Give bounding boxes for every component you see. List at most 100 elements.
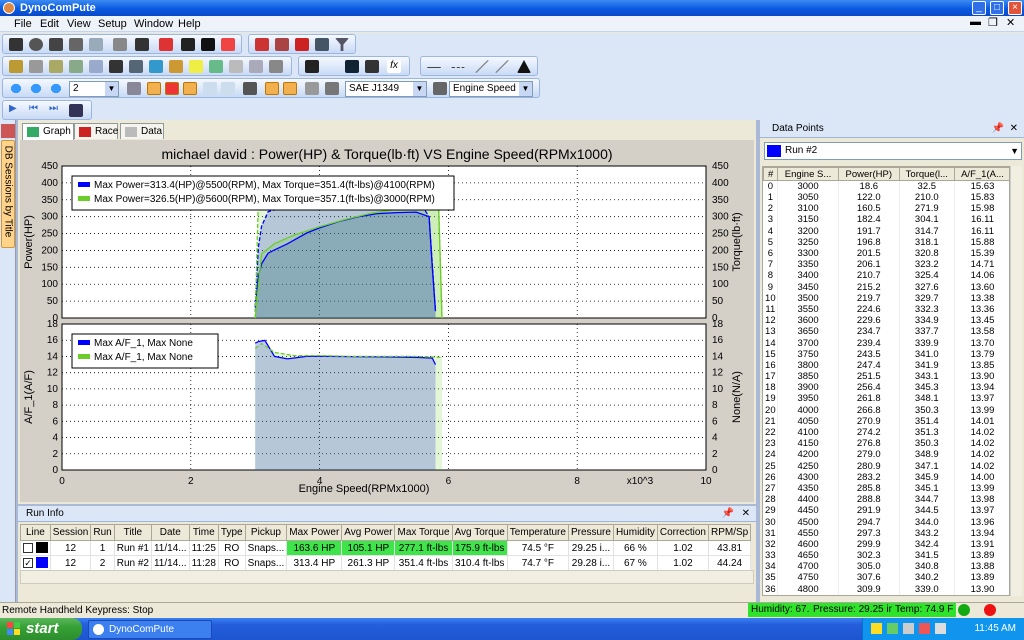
run-info-col-header[interactable]: RPM/Sp: [707, 524, 752, 541]
close-button[interactable]: ×: [1008, 1, 1022, 15]
step-icon[interactable]: [345, 60, 359, 73]
run-select[interactable]: Run #2 ▼: [764, 142, 1022, 160]
marker-icon[interactable]: [169, 60, 183, 73]
mdi-close-icon[interactable]: ✕: [1006, 16, 1015, 29]
data-point-row[interactable]: 13 3650 234.7 337.7 13.58: [763, 326, 1009, 338]
minimize-button[interactable]: _: [972, 1, 986, 15]
zoom-in-icon[interactable]: [9, 82, 23, 95]
run-info-col-header[interactable]: Time: [188, 524, 219, 541]
data-points-col-header[interactable]: Engine S...: [777, 167, 839, 181]
data-point-row[interactable]: 26 4300 283.2 345.9 14.00: [763, 471, 1009, 483]
zoom-level-select[interactable]: 2 ▼: [69, 81, 119, 97]
correction-standard-select[interactable]: SAE J1349 ▼: [345, 81, 427, 97]
bulb-icon[interactable]: [189, 60, 203, 73]
data-point-row[interactable]: 12 3600 229.6 334.9 13.45: [763, 315, 1009, 327]
run-info-col-header[interactable]: Title: [113, 524, 152, 541]
record-icon[interactable]: [29, 38, 43, 51]
dash-icon[interactable]: [451, 67, 465, 69]
split-icon[interactable]: [283, 82, 297, 95]
data-point-row[interactable]: 18 3900 256.4 345.3 13.94: [763, 382, 1009, 394]
run-info-col-header[interactable]: Pressure: [567, 524, 614, 541]
dyno-chart[interactable]: michael david : Power(HP) & Torque(lb·ft…: [20, 140, 754, 502]
data-point-row[interactable]: 4 3200 191.7 314.7 16.11: [763, 225, 1009, 237]
crosshair-icon[interactable]: [127, 82, 141, 95]
grid-toggle-icon[interactable]: [147, 82, 161, 95]
run-info-row[interactable]: 12 1 Run #1 11/14... 11:25 RO Snaps... 163.6 HP…: [20, 540, 752, 556]
menu-help[interactable]: Help: [178, 18, 201, 30]
data-point-row[interactable]: 15 3750 243.5 341.0 13.79: [763, 348, 1009, 360]
run-color-swatch[interactable]: [35, 542, 48, 554]
data-point-row[interactable]: 36 4800 309.9 339.0 13.90: [763, 583, 1009, 595]
run-color-swatch[interactable]: [35, 557, 48, 569]
run-info-col-header[interactable]: Run: [90, 524, 115, 541]
open-icon[interactable]: [69, 38, 83, 51]
gear-icon[interactable]: [325, 82, 339, 95]
data-point-row[interactable]: 8 3400 210.7 325.4 14.06: [763, 270, 1009, 282]
data-point-row[interactable]: 32 4600 299.9 342.4 13.91: [763, 538, 1009, 550]
run-info-col-header[interactable]: Session: [49, 524, 92, 541]
tool-user-icon[interactable]: [315, 38, 329, 51]
mdi-restore-icon[interactable]: ❐: [988, 16, 998, 29]
tray-volume-icon[interactable]: [935, 623, 946, 634]
data-point-row[interactable]: 6 3300 201.5 320.8 15.39: [763, 247, 1009, 260]
run-info-col-header[interactable]: Max Torque: [394, 524, 453, 541]
tool-book-icon[interactable]: [275, 38, 289, 51]
matrix-icon[interactable]: [109, 60, 123, 73]
table-icon[interactable]: [89, 60, 103, 73]
data-point-row[interactable]: 28 4400 288.8 344.7 13.98: [763, 494, 1009, 506]
pointer-icon[interactable]: [203, 82, 217, 95]
zoom-out-icon[interactable]: [29, 82, 43, 95]
tray-icon-4[interactable]: [919, 623, 930, 634]
data-point-row[interactable]: 16 3800 247.4 341.9 13.85: [763, 359, 1009, 371]
run-info-col-header[interactable]: Date: [150, 524, 190, 541]
menu-window[interactable]: Window: [134, 18, 173, 30]
data-point-row[interactable]: 17 3850 251.5 343.1 13.90: [763, 371, 1009, 383]
tab-race[interactable]: Race: [74, 123, 118, 139]
run-info-col-header[interactable]: Line: [20, 524, 51, 541]
data-point-row[interactable]: 34 4700 305.0 340.8 13.88: [763, 561, 1009, 573]
run-info-hscrollbar[interactable]: [20, 570, 754, 584]
axis-icon[interactable]: [433, 82, 447, 95]
maximize-button[interactable]: □: [990, 1, 1004, 15]
overlay-icon[interactable]: [265, 82, 279, 95]
run-info-col-header[interactable]: Pickup: [244, 524, 288, 541]
data-points-vscrollbar[interactable]: [1010, 166, 1022, 596]
run-visible-checkbox[interactable]: ✓: [23, 557, 33, 568]
play-icon[interactable]: ▶: [9, 103, 23, 116]
data-point-row[interactable]: 29 4450 291.9 344.5 13.97: [763, 505, 1009, 517]
skip-back-icon[interactable]: ⏮: [29, 103, 43, 116]
card-icon[interactable]: [181, 38, 195, 51]
data-point-row[interactable]: 14 3700 239.4 339.9 13.70: [763, 337, 1009, 349]
wave-icon[interactable]: [305, 60, 319, 73]
peak-icon[interactable]: [517, 60, 531, 73]
save-icon[interactable]: [49, 38, 63, 51]
data-point-row[interactable]: 23 4150 276.8 350.3 14.02: [763, 438, 1009, 450]
x-axis-select[interactable]: Engine Speed ▼: [449, 81, 533, 97]
run-info-col-header[interactable]: Type: [217, 524, 246, 541]
db-sessions-icon[interactable]: [1, 124, 15, 138]
data-point-row[interactable]: 30 4500 294.7 344.0 13.96: [763, 516, 1009, 528]
data-points-col-header[interactable]: #: [763, 167, 779, 181]
run-visible-checkbox[interactable]: [23, 542, 33, 553]
flag-icon[interactable]: [209, 60, 223, 73]
legend-toggle-icon[interactable]: [183, 82, 197, 95]
data-point-row[interactable]: 9 3450 215.2 327.6 13.60: [763, 281, 1009, 293]
export-icon[interactable]: [89, 38, 103, 51]
color-toggle-icon[interactable]: [165, 82, 179, 95]
tab-data[interactable]: Data: [120, 123, 164, 139]
data-point-row[interactable]: 3 3150 182.4 304.1 16.11: [763, 214, 1009, 226]
function-icon[interactable]: fx: [387, 60, 401, 73]
data-point-row[interactable]: 24 4200 279.0 348.9 14.02: [763, 449, 1009, 461]
run-info-col-header[interactable]: Humidity: [612, 524, 658, 541]
run-info-col-header[interactable]: Temperature: [506, 524, 569, 541]
data-point-row[interactable]: 0 3000 18.6 32.5 15.63: [763, 180, 1009, 192]
close-icon[interactable]: ✕: [742, 506, 750, 522]
pen-icon[interactable]: [129, 60, 143, 73]
grid-icon[interactable]: [29, 60, 43, 73]
data-point-row[interactable]: 11 3550 224.6 332.3 13.36: [763, 303, 1009, 316]
data-icon[interactable]: [69, 60, 83, 73]
folder-icon[interactable]: [9, 60, 23, 73]
tray-icon-2[interactable]: [887, 623, 898, 634]
select-icon[interactable]: [221, 82, 235, 95]
data-point-row[interactable]: 25 4250 280.9 347.1 14.02: [763, 460, 1009, 472]
